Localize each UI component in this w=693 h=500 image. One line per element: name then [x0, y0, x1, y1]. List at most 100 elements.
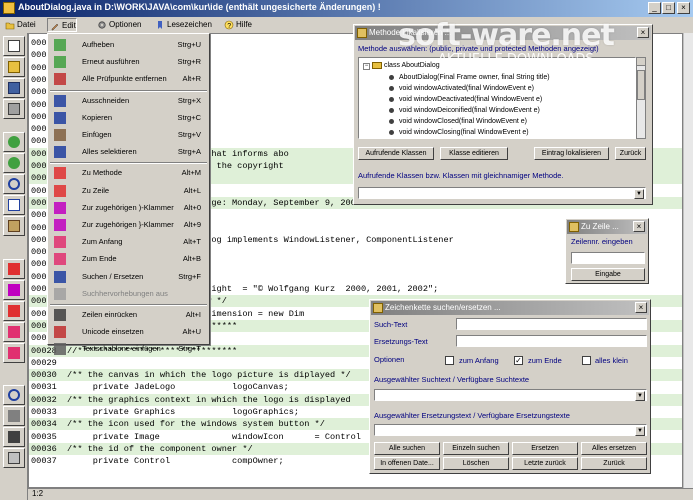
tool-goto-bracket3[interactable]: [3, 301, 25, 321]
edit-menu-item[interactable]: Zur zugehörigen )-Klammer Alt+0: [50, 200, 207, 216]
tool-replace[interactable]: [3, 406, 25, 426]
edit-menu-item[interactable]: Textschablone einfügen Strg+T: [50, 341, 207, 357]
line-number: 00031: [31, 382, 57, 393]
window-title-bar: AboutDialog.java in D:\WORK\JAVA\com\kur…: [0, 0, 693, 17]
tool-print[interactable]: [3, 99, 25, 119]
find-single-button[interactable]: Einzeln suchen: [443, 442, 509, 455]
method-tree-scrollbar[interactable]: [636, 57, 646, 139]
method-dialog-close-button[interactable]: ×: [637, 27, 649, 38]
tool-search[interactable]: [3, 385, 25, 405]
edit-menu-item[interactable]: Zum Ende Alt+B: [50, 251, 207, 267]
edit-menu-item[interactable]: Alles selektieren Strg+A: [50, 144, 207, 160]
tool-open[interactable]: [3, 57, 25, 77]
option-to-end-checkbox[interactable]: ✓: [514, 356, 523, 365]
method-tree-item[interactable]: void windowDeactivated(final WindowEvent…: [389, 94, 542, 105]
method-tree-item[interactable]: AboutDialog(Final Frame owner, final Str…: [389, 72, 550, 83]
menu-item-shortcut: Strg+T: [178, 344, 201, 354]
menu-item-shortcut: Strg+U: [177, 40, 201, 49]
in-open-files-button[interactable]: In offenen Date...: [374, 457, 440, 470]
calling-classes-combobox[interactable]: ▼: [358, 187, 646, 199]
menu-item-label: Erneut ausführen: [82, 57, 140, 67]
tool-paste[interactable]: [3, 216, 25, 236]
menu-item-shortcut: Strg+A: [177, 147, 201, 157]
chevron-down-icon[interactable]: ▼: [634, 189, 644, 199]
edit-menu-item[interactable]: Alle Prüfpunkte entfernen Alt+R: [50, 71, 207, 87]
close-button[interactable]: ×: [677, 2, 690, 14]
line-code: private JadeLogo logoCanvas;: [67, 382, 289, 393]
menu-datei[interactable]: Datei: [3, 18, 36, 32]
collapse-toggle-icon[interactable]: −: [363, 63, 370, 70]
delete-button[interactable]: Löschen: [443, 457, 509, 470]
calling-classes-button[interactable]: Aufrufende Klassen: [358, 147, 434, 160]
tool-new[interactable]: [3, 36, 25, 56]
goto-line-submit-button[interactable]: Eingabe: [571, 268, 645, 281]
menu-lesezeichen[interactable]: Lesezeichen: [153, 18, 212, 32]
option-lowercase-checkbox[interactable]: [582, 356, 591, 365]
edit-menu-item[interactable]: Ausschneiden Strg+X: [50, 93, 207, 109]
edit-menu-item[interactable]: Zeilen einrücken Alt+I: [50, 307, 207, 323]
edit-class-button[interactable]: Klasse editieren: [440, 147, 508, 160]
edit-menu-item[interactable]: Einfügen Strg+V: [50, 127, 207, 143]
edit-menu-item[interactable]: Zur zugehörigen }-Klammer Alt+9: [50, 217, 207, 233]
dialog-icon: [357, 28, 367, 38]
method-tree-item[interactable]: void windowDeiconified(final WindowEvent…: [389, 105, 540, 116]
undo-last-button[interactable]: Letzte zurück: [512, 457, 578, 470]
method-back-button[interactable]: Zurück: [615, 147, 646, 160]
tool-undo[interactable]: [3, 132, 25, 152]
editor-vertical-scrollbar[interactable]: [683, 33, 693, 488]
option-to-start-checkbox[interactable]: [445, 356, 454, 365]
line-number: 00032: [31, 394, 57, 405]
tree-root-row[interactable]: − class AboutDialog: [363, 60, 440, 71]
replace-button[interactable]: Ersetzen: [512, 442, 578, 455]
tool-template[interactable]: [3, 448, 25, 468]
edit-menu-item[interactable]: Zu Methode Alt+M: [50, 165, 207, 181]
menu-hilfe[interactable]: ? Hilfe: [222, 18, 252, 32]
search-history-combobox[interactable]: ▼: [374, 389, 647, 401]
tool-save[interactable]: [3, 78, 25, 98]
tool-goto-bracket1[interactable]: [3, 259, 25, 279]
find-dialog-title-bar: Zeichenkette suchen/ersetzen ... ×: [371, 301, 649, 315]
tool-redo[interactable]: [3, 153, 25, 173]
tool-goto-bracket2[interactable]: [3, 280, 25, 300]
tool-goto-start[interactable]: [3, 322, 25, 342]
method-tree-item[interactable]: void windowActivated(final WindowEvent e…: [389, 83, 534, 94]
tool-cut[interactable]: [3, 174, 25, 194]
line-number: 00034: [31, 419, 57, 430]
menu-item-label: Zum Anfang: [82, 237, 123, 247]
maximize-button[interactable]: □: [662, 2, 675, 14]
edit-menu-item[interactable]: Aufheben Strg+U: [50, 37, 207, 53]
menu-edit[interactable]: Edit: [47, 18, 77, 32]
method-tree-item[interactable]: void windowClosing(final WindowEvent e): [389, 127, 529, 138]
method-tree-item[interactable]: void windowClosed(final WindowEvent e): [389, 116, 527, 127]
replace-text-input[interactable]: [456, 335, 647, 347]
menu-item-label: Zur zugehörigen }-Klammer: [82, 220, 174, 229]
minimize-button[interactable]: _: [648, 2, 661, 14]
edit-menu-item[interactable]: Suchhervorhebungen aus: [50, 286, 207, 302]
localize-entry-button[interactable]: Eintrag lokalisieren: [534, 147, 609, 160]
chevron-down-icon[interactable]: ▼: [635, 391, 645, 401]
search-text-input[interactable]: [456, 318, 647, 330]
option-lowercase-label: alles klein: [595, 356, 628, 365]
tool-copy[interactable]: [3, 195, 25, 215]
menu-optionen[interactable]: Optionen: [95, 18, 141, 32]
goto-dialog-close-button[interactable]: ×: [633, 221, 645, 232]
method-tree[interactable]: − class AboutDialog AboutDialog(Final Fra…: [358, 57, 636, 139]
tool-goto-end[interactable]: [3, 343, 25, 363]
edit-menu-item[interactable]: Unicode einsetzen Alt+U: [50, 324, 207, 340]
redo-icon: [8, 157, 20, 169]
edit-menu-item[interactable]: Zu Zeile Alt+L: [50, 183, 207, 199]
edit-menu-item[interactable]: Erneut ausführen Strg+R: [50, 54, 207, 70]
edit-menu-item[interactable]: Kopieren Strg+C: [50, 110, 207, 126]
chevron-down-icon[interactable]: ▼: [635, 426, 645, 436]
menu-item-label: Textschablone einfügen: [82, 344, 161, 354]
find-dialog-close-button[interactable]: ×: [635, 302, 647, 313]
option-to-start-label: zum Anfang: [459, 356, 499, 365]
edit-menu-item[interactable]: Zum Anfang Alt+T: [50, 234, 207, 250]
find-back-button[interactable]: Zurück: [581, 457, 647, 470]
tool-indent[interactable]: [3, 427, 25, 447]
line-number-input[interactable]: [571, 252, 645, 264]
edit-menu-item[interactable]: Suchen / Ersetzen Strg+F: [50, 269, 207, 285]
find-all-button[interactable]: Alle suchen: [374, 442, 440, 455]
replace-history-combobox[interactable]: ▼: [374, 424, 647, 436]
replace-all-button[interactable]: Alles ersetzen: [581, 442, 647, 455]
